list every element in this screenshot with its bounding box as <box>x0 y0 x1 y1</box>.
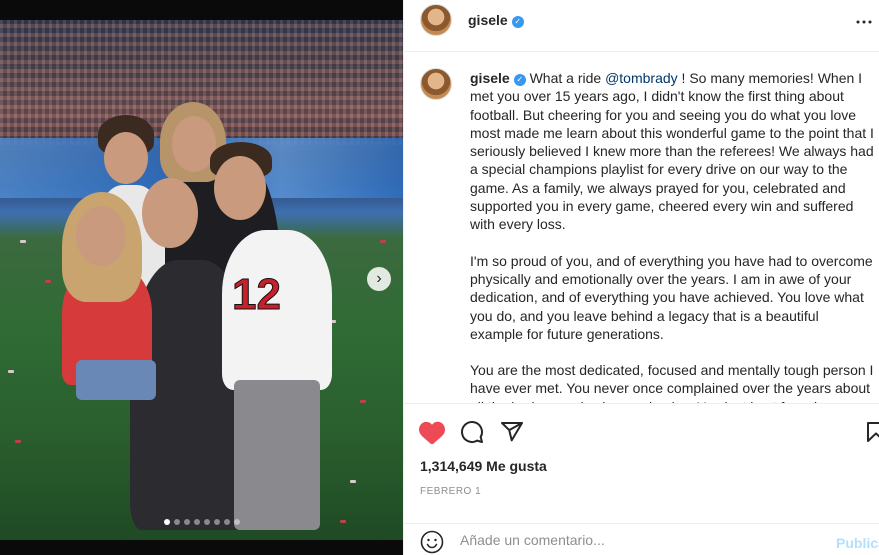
caption-paragraph: gisele ✓ What a ride @tombrady ! So many … <box>470 69 874 234</box>
carousel-dot <box>233 519 240 525</box>
confetti <box>350 480 356 483</box>
person-face <box>76 206 126 266</box>
username-text[interactable]: gisele <box>468 12 508 28</box>
carousel-dot <box>193 519 200 525</box>
confetti <box>20 240 26 243</box>
mention-link[interactable]: @tombrady <box>605 70 678 86</box>
caption-text: ! So many memories! When I met you over … <box>470 70 874 233</box>
chevron-right-icon: › <box>376 270 382 287</box>
jersey-number: 12 <box>232 270 282 320</box>
carousel-dot <box>163 519 170 525</box>
post-actions <box>404 403 879 463</box>
person-face <box>214 156 266 220</box>
caption-username[interactable]: gisele ✓ <box>470 70 526 86</box>
person-younger-son-pants <box>234 380 320 530</box>
caption-intro: What a ride <box>529 70 602 86</box>
carousel-dot <box>223 519 230 525</box>
emoji-icon[interactable] <box>420 530 444 554</box>
avatar[interactable] <box>420 68 452 100</box>
post-photo[interactable]: 12 <box>0 20 403 540</box>
like-count[interactable]: 1,314,649 Me gusta <box>420 458 547 474</box>
post-header: gisele ✓ <box>404 0 879 52</box>
instagram-post-modal: 12 › gisele ✓ gisele ✓ What a ride @tomb… <box>0 0 879 555</box>
post-date[interactable]: FEBRERO 1 <box>420 486 481 497</box>
confetti <box>8 370 14 373</box>
comment-bar: Publicar <box>404 523 879 555</box>
heart-filled-icon[interactable] <box>418 418 446 446</box>
comment-icon[interactable] <box>458 418 486 446</box>
carousel-dot <box>203 519 210 525</box>
username-text[interactable]: gisele <box>470 70 510 86</box>
confetti <box>15 440 21 443</box>
publish-button[interactable]: Publicar <box>836 535 879 551</box>
person-daughter-shorts <box>76 360 156 400</box>
post-caption: gisele ✓ What a ride @tombrady ! So many … <box>470 69 874 403</box>
confetti <box>45 280 51 283</box>
bookmark-icon[interactable] <box>862 418 879 446</box>
header-username[interactable]: gisele ✓ <box>468 12 524 28</box>
share-icon[interactable] <box>498 418 526 446</box>
carousel-dot <box>183 519 190 525</box>
caption-paragraph: You are the most dedicated, focused and … <box>470 362 874 403</box>
person-face <box>104 132 148 184</box>
post-photo-area: 12 › <box>0 0 403 555</box>
confetti <box>360 400 366 403</box>
more-options-icon[interactable] <box>852 10 876 39</box>
post-details-panel: gisele ✓ gisele ✓ What a ride @tombrady ! … <box>403 0 879 555</box>
carousel-dot <box>213 519 220 525</box>
comment-input[interactable] <box>460 532 800 548</box>
carousel-indicator <box>0 519 403 525</box>
person-face <box>142 178 198 248</box>
caption-scroll-area[interactable]: gisele ✓ What a ride @tombrady ! So many … <box>404 52 879 403</box>
verified-check-icon: ✓ <box>513 74 526 86</box>
verified-check-icon: ✓ <box>511 16 524 28</box>
carousel-dot <box>173 519 180 525</box>
carousel-next-button[interactable]: › <box>367 267 391 291</box>
avatar[interactable] <box>420 4 452 36</box>
confetti <box>380 240 386 243</box>
caption-paragraph: I'm so proud of you, and of everything y… <box>470 252 873 342</box>
